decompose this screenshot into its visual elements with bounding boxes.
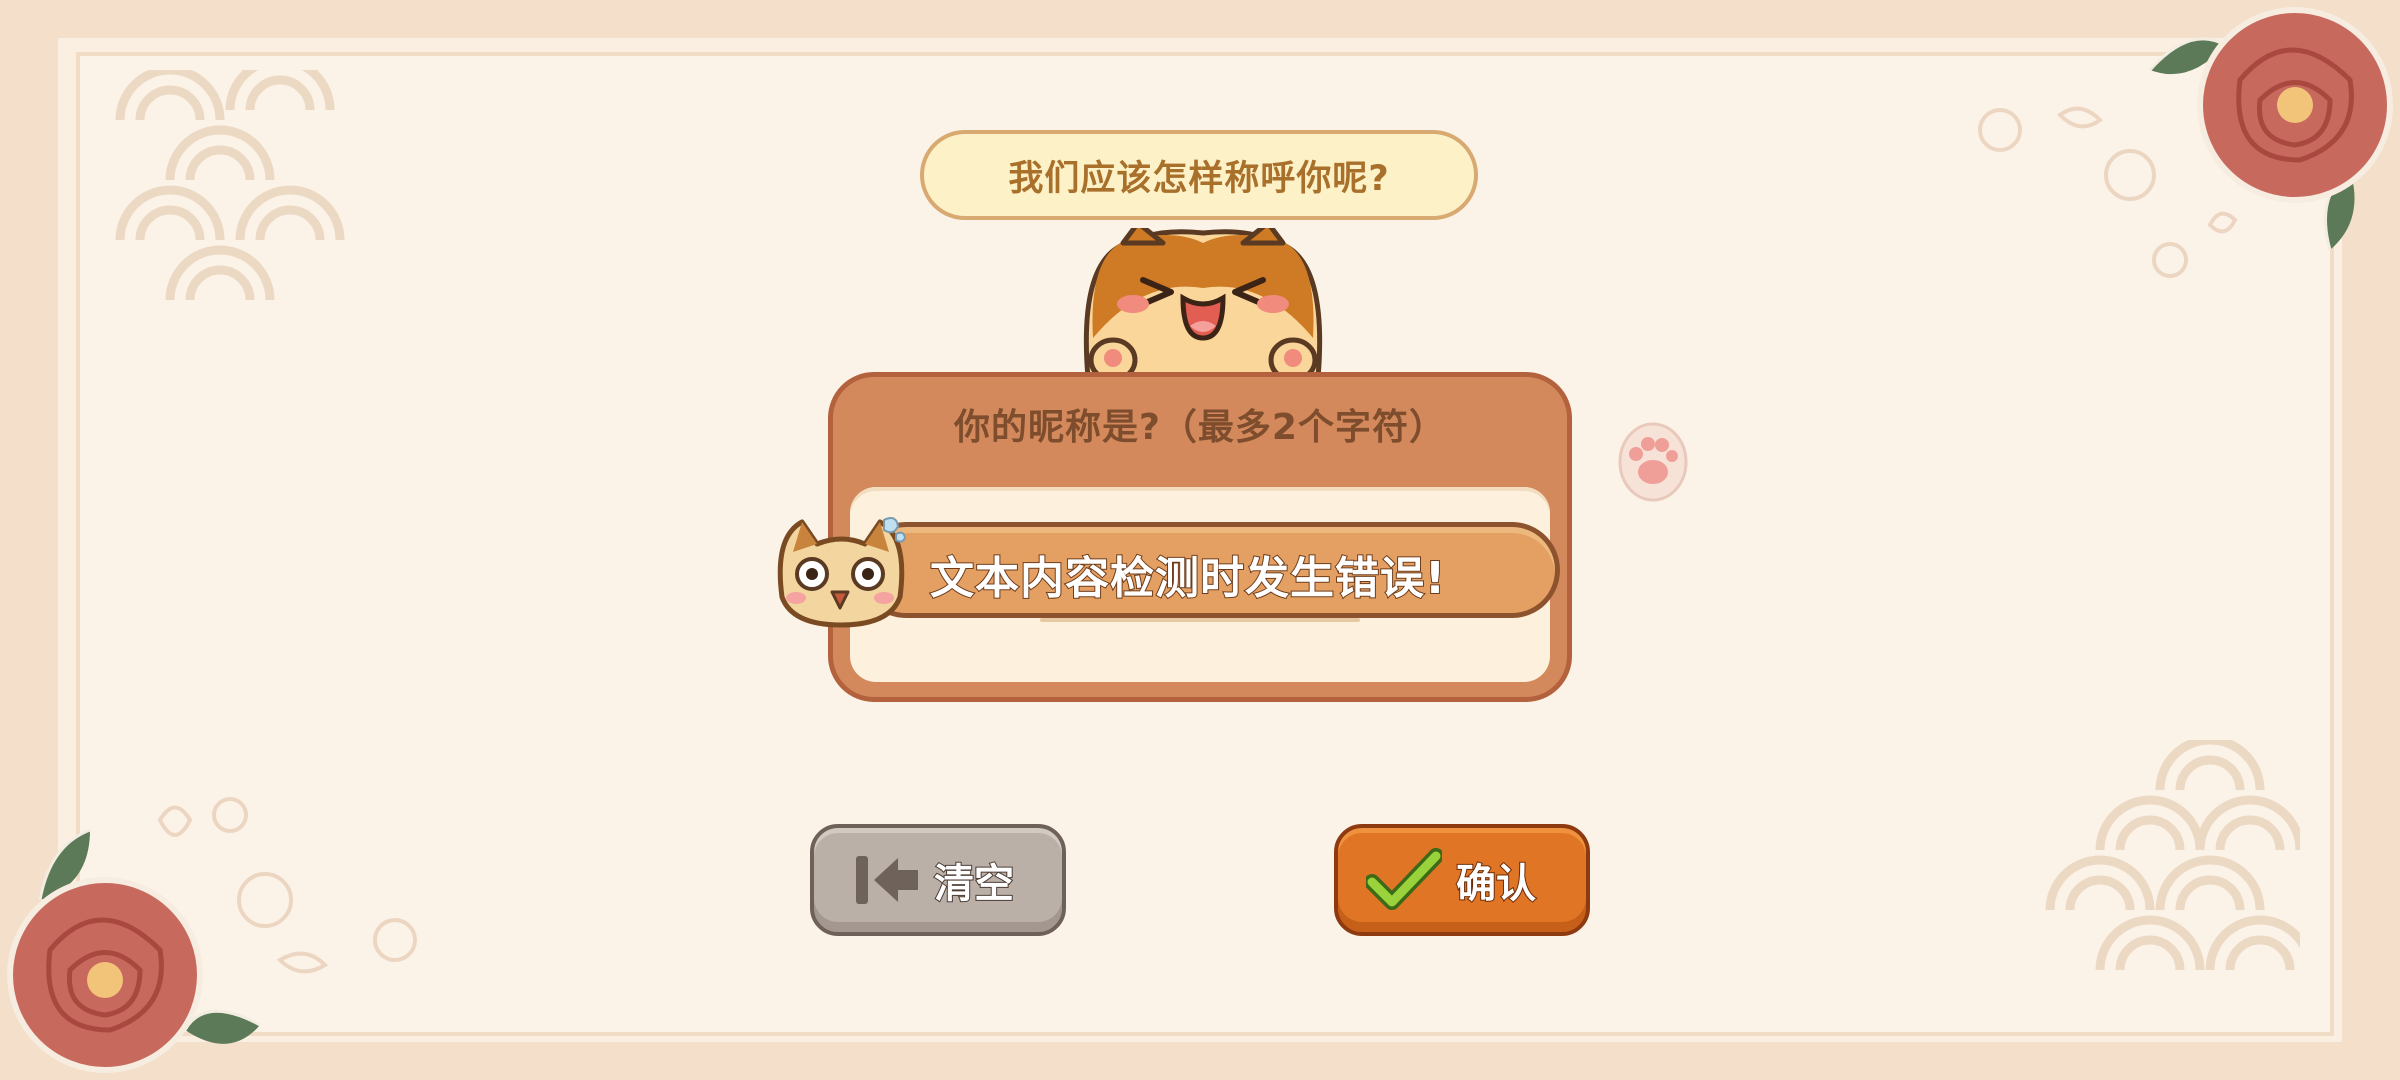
clear-button-label: 清空 bbox=[933, 860, 1015, 908]
paw-icon bbox=[1618, 422, 1688, 502]
confirm-button-label: 确认 bbox=[1455, 860, 1537, 908]
prompt-banner: 我们应该怎样称呼你呢? bbox=[920, 130, 1478, 220]
check-icon bbox=[1366, 848, 1442, 910]
prompt-text: 我们应该怎样称呼你呢? bbox=[1008, 158, 1390, 199]
back-arrow-icon bbox=[856, 856, 918, 904]
cat-mascot-icon bbox=[1083, 228, 1323, 378]
wave-pattern-icon bbox=[2045, 740, 2300, 971]
wave-pattern-icon bbox=[115, 70, 345, 301]
flower-icon bbox=[7, 828, 261, 1073]
confirm-button[interactable]: 确认 bbox=[1334, 824, 1590, 936]
clear-button[interactable]: 清空 bbox=[810, 824, 1066, 936]
input-underline bbox=[1040, 618, 1360, 622]
cat-face-icon bbox=[777, 517, 907, 628]
nickname-label: 你的昵称是?（最多2个字符） bbox=[954, 407, 1446, 448]
toast-message: 文本内容检测时发生错误! bbox=[929, 552, 1447, 605]
flower-icon bbox=[2148, 7, 2393, 251]
